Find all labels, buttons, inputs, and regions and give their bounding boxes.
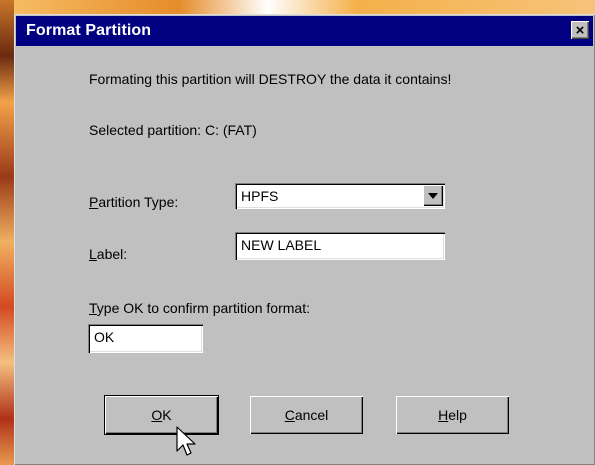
desktop-wallpaper-left (0, 0, 14, 465)
ok-button[interactable]: OK (105, 396, 218, 434)
title-bar: Format Partition × (16, 16, 593, 46)
confirm-input-value: OK (94, 329, 115, 345)
help-button-label: Help (438, 407, 467, 423)
warning-text: Formating this partition will DESTROY th… (89, 71, 452, 87)
selected-partition-text: Selected partition: C: (FAT) (89, 122, 257, 138)
help-button-mnemonic: H (438, 407, 449, 423)
partition-type-label-mnemonic: P (89, 194, 99, 210)
partition-type-select[interactable]: HPFS (235, 183, 445, 209)
label-input[interactable]: NEW LABEL (235, 232, 445, 260)
close-icon: × (575, 21, 585, 39)
partition-type-value: HPFS (241, 188, 279, 204)
dropdown-button[interactable] (423, 185, 443, 206)
label-field-label-mnemonic: L (89, 246, 97, 262)
cancel-button-rest: ancel (294, 407, 329, 423)
help-button[interactable]: Help (396, 396, 509, 434)
confirm-label-rest: ype OK to confirm partition format: (96, 300, 310, 316)
chevron-down-icon (428, 192, 438, 199)
mouse-pointer-icon (176, 426, 196, 456)
label-input-value: NEW LABEL (241, 237, 322, 253)
format-partition-dialog: Format Partition × Formating this partit… (14, 14, 595, 465)
label-field-label-rest: abel: (96, 246, 128, 262)
cancel-button[interactable]: Cancel (250, 396, 363, 434)
help-button-rest: elp (448, 407, 467, 423)
ok-button-rest: K (162, 407, 172, 423)
desktop-wallpaper-top (0, 0, 595, 14)
confirm-label-mnemonic: T (89, 300, 97, 316)
cancel-button-label: Cancel (285, 407, 329, 423)
confirm-input[interactable]: OK (88, 324, 203, 353)
partition-type-label-rest: artition Type: (98, 194, 179, 210)
dialog-title: Format Partition (26, 22, 152, 39)
cancel-button-mnemonic: C (284, 407, 295, 423)
label-field-label: Label: (89, 246, 127, 262)
confirm-label: Type OK to confirm partition format: (89, 300, 310, 316)
ok-button-label: OK (151, 407, 171, 423)
ok-button-mnemonic: O (151, 407, 163, 423)
close-button[interactable]: × (571, 21, 589, 39)
partition-type-label: Partition Type: (89, 194, 178, 210)
